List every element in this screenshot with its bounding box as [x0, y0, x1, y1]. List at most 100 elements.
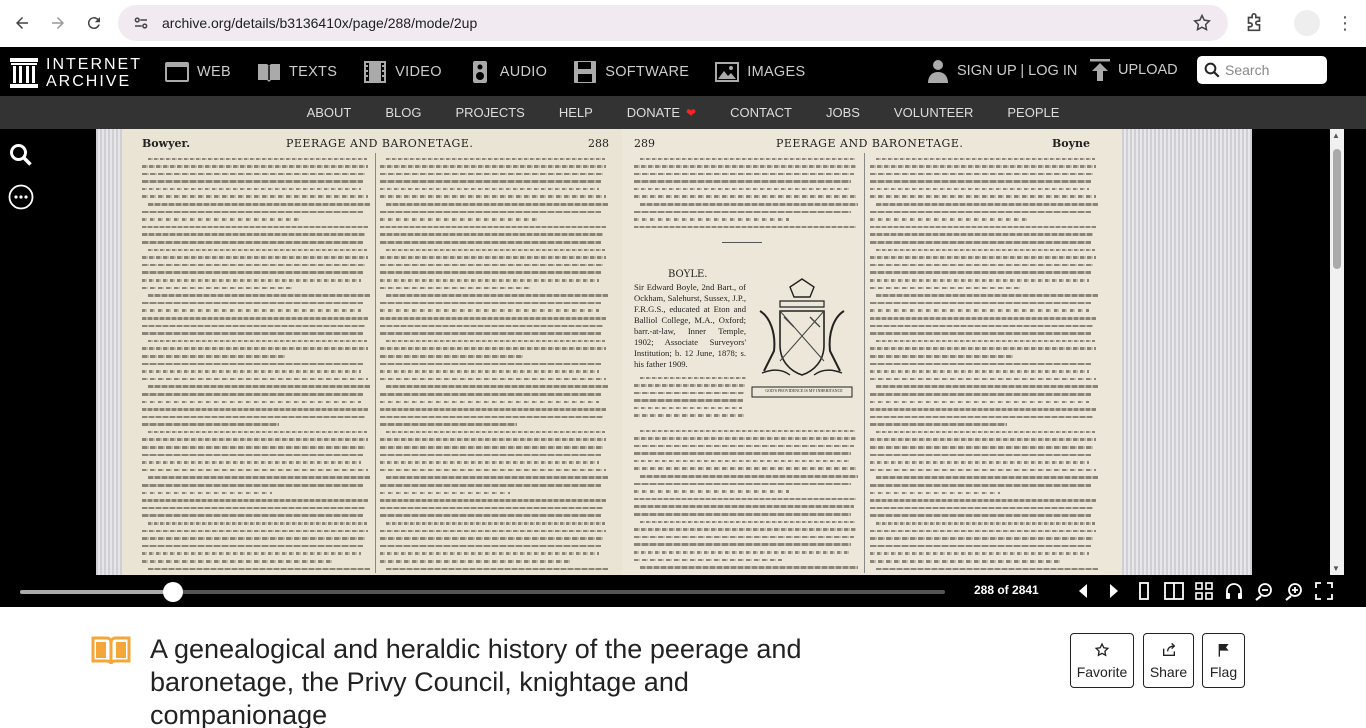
address-bar[interactable]: archive.org/details/b3136410x/page/288/m… — [118, 5, 1228, 41]
nav-blog[interactable]: BLOG — [385, 105, 421, 120]
zoom-in-button[interactable] — [1284, 581, 1304, 601]
ia-logo[interactable]: INTERNET ARCHIVE — [10, 56, 142, 90]
fullscreen-button[interactable] — [1314, 581, 1334, 601]
scanned-text-line — [380, 330, 608, 338]
page-slider[interactable] — [20, 582, 945, 602]
scanned-text-line — [380, 193, 608, 201]
scanned-text-line — [142, 421, 370, 429]
right-page-edges — [1122, 129, 1252, 575]
scanned-text-line — [142, 246, 370, 254]
site-info-icon[interactable] — [132, 14, 150, 32]
scroll-down-icon[interactable]: ▼ — [1332, 564, 1340, 573]
signup-login-link[interactable]: SIGN UP | LOG IN — [928, 59, 1077, 83]
book-spread[interactable]: Bowyer. PEERAGE AND BARONETAGE. 288 289 … — [96, 129, 1252, 575]
profile-avatar[interactable] — [1294, 10, 1320, 36]
scanned-text-line — [870, 299, 1098, 307]
scanned-text-line — [870, 193, 1098, 201]
scanned-text-line — [142, 307, 370, 315]
scanned-text-line — [634, 488, 858, 496]
flag-button[interactable]: Flag — [1202, 633, 1245, 688]
scanned-text-line — [870, 163, 1098, 171]
scanned-text-line — [870, 246, 1098, 254]
scanned-text-line — [634, 155, 858, 163]
search-inside-icon[interactable] — [8, 142, 34, 168]
nav-contact[interactable]: CONTACT — [730, 105, 792, 120]
ia-search[interactable] — [1197, 56, 1327, 84]
scanned-text-line — [142, 292, 370, 300]
back-button[interactable] — [4, 5, 40, 41]
scanned-text-line — [634, 556, 858, 564]
nav-donate[interactable]: DONATE ❤ — [627, 105, 696, 120]
nav-jobs[interactable]: JOBS — [826, 105, 860, 120]
scanned-text-line — [142, 193, 370, 201]
scanned-text-line — [142, 497, 370, 505]
scanned-text-line — [380, 504, 608, 512]
scanned-text-line — [142, 390, 370, 398]
share-button[interactable]: Share — [1143, 633, 1194, 688]
scanned-text-line — [380, 231, 608, 239]
left-page-edges — [96, 129, 122, 575]
nav-about[interactable]: ABOUT — [307, 105, 352, 120]
zoom-in-icon — [1285, 583, 1302, 601]
nav-people[interactable]: PEOPLE — [1007, 105, 1059, 120]
audio-icon — [472, 60, 487, 83]
next-page-button[interactable] — [1103, 581, 1123, 601]
two-page-view-button[interactable] — [1164, 581, 1184, 601]
media-images[interactable]: IMAGES — [715, 61, 805, 83]
scanned-text-line — [142, 223, 370, 231]
zoom-out-button[interactable] — [1254, 581, 1274, 601]
scanned-text-line — [380, 223, 608, 231]
reload-button[interactable] — [76, 5, 112, 41]
scanned-text-line — [634, 163, 858, 171]
scanned-text-line — [142, 406, 370, 414]
scroll-up-icon[interactable]: ▲ — [1332, 131, 1340, 140]
media-texts[interactable]: TEXTS — [257, 61, 337, 83]
media-web[interactable]: WEB — [165, 61, 231, 83]
left-page-header-right: 288 — [588, 137, 609, 150]
scanned-text-line — [380, 398, 608, 406]
media-audio[interactable]: AUDIO — [468, 60, 547, 83]
scanned-text-line — [870, 383, 1098, 391]
forward-button[interactable] — [40, 5, 76, 41]
browser-menu-icon[interactable]: ⋮ — [1336, 12, 1354, 34]
media-video[interactable]: VIDEO — [363, 60, 442, 83]
favorite-button[interactable]: Favorite — [1070, 633, 1134, 688]
thumbnail-view-button[interactable] — [1194, 581, 1214, 601]
more-options-icon[interactable] — [8, 184, 34, 210]
scanned-text-line — [634, 208, 858, 216]
texts-icon — [257, 63, 280, 82]
scanned-text-line — [380, 345, 608, 353]
scrollbar-thumb[interactable] — [1333, 149, 1341, 269]
scanned-text-line — [870, 330, 1098, 338]
one-page-view-button[interactable] — [1134, 581, 1154, 601]
two-page-icon — [1164, 582, 1184, 600]
ornament-rule — [722, 242, 762, 243]
scanned-text-line — [142, 345, 370, 353]
nav-volunteer[interactable]: VOLUNTEER — [894, 105, 973, 120]
media-software[interactable]: SOFTWARE — [573, 60, 689, 83]
url-text[interactable]: archive.org/details/b3136410x/page/288/m… — [162, 15, 477, 31]
nav-projects[interactable]: PROJECTS — [455, 105, 524, 120]
scanned-text-line — [380, 368, 608, 376]
slider-handle[interactable] — [162, 582, 183, 602]
scanned-text-line — [870, 474, 1098, 482]
prev-page-button[interactable] — [1074, 581, 1094, 601]
read-aloud-button[interactable] — [1224, 581, 1244, 601]
extensions-puzzle-icon[interactable] — [1243, 12, 1265, 34]
upload-link[interactable]: UPLOAD — [1090, 59, 1178, 81]
chevron-left-icon — [1079, 584, 1087, 598]
bookmark-star-icon[interactable] — [1192, 13, 1212, 33]
left-page-header-center: PEERAGE AND BARONETAGE. — [286, 137, 474, 150]
scanned-text-line — [142, 155, 370, 163]
scanned-text-line — [870, 345, 1098, 353]
search-input[interactable] — [1225, 62, 1320, 78]
reader-scrollbar[interactable]: ▲ ▼ — [1330, 129, 1344, 575]
nav-help[interactable]: HELP — [559, 105, 593, 120]
left-page-column-2 — [380, 155, 608, 575]
scanned-text-line — [870, 178, 1098, 186]
book-reader: Bowyer. PEERAGE AND BARONETAGE. 288 289 … — [0, 129, 1366, 575]
scanned-text-line — [142, 436, 370, 444]
scanned-text-line — [870, 155, 1098, 163]
scanned-text-line — [142, 375, 370, 383]
scanned-text-line — [142, 504, 370, 512]
